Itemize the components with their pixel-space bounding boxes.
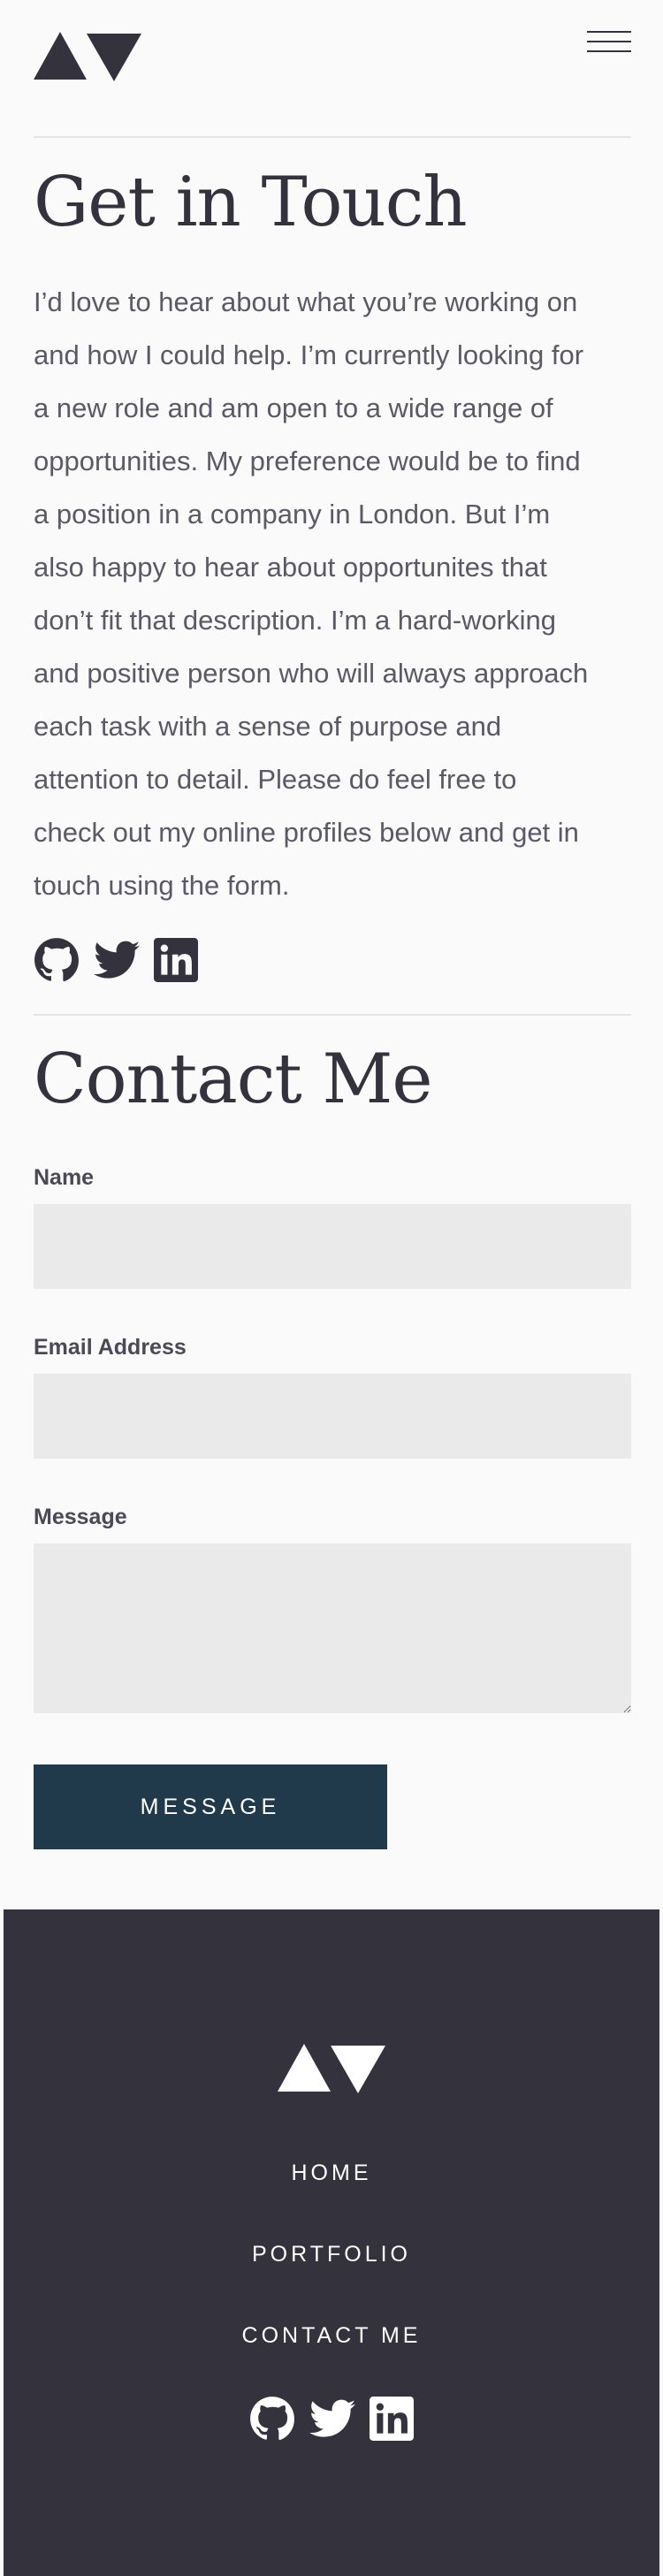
footer-nav-home[interactable]: HOME bbox=[4, 2161, 659, 2186]
intro-line: don’t fit that description. I’m a hard-w… bbox=[34, 605, 556, 636]
divider bbox=[34, 136, 631, 138]
hamburger-menu-icon[interactable] bbox=[587, 28, 631, 55]
header bbox=[34, 27, 631, 88]
github-icon[interactable] bbox=[249, 2396, 295, 2442]
name-label: Name bbox=[34, 1165, 95, 1190]
intro-line: touch using the form. bbox=[34, 870, 290, 901]
menu-bar bbox=[587, 31, 631, 33]
footer-logo-icon[interactable] bbox=[278, 2039, 385, 2099]
message-label: Message bbox=[34, 1505, 127, 1529]
intro-line: I’d love to hear about what you’re worki… bbox=[34, 286, 578, 317]
linkedin-icon[interactable] bbox=[370, 2397, 414, 2441]
brand-logo-icon[interactable] bbox=[34, 27, 141, 87]
contact-title: Contact Me bbox=[34, 1040, 433, 1119]
intro-line: opportunities. My preference would be to… bbox=[34, 446, 581, 476]
name-field[interactable] bbox=[34, 1204, 631, 1289]
intro-line: a position in a company in London. But I… bbox=[34, 499, 551, 530]
intro-line: attention to detail. Please do feel free… bbox=[34, 764, 517, 795]
footer-nav-portfolio[interactable]: PORTFOLIO bbox=[4, 2242, 659, 2267]
twitter-icon[interactable] bbox=[309, 2398, 355, 2439]
intro-line: each task with a sense of purpose and bbox=[34, 711, 502, 742]
intro-line: check out my online profiles below and g… bbox=[34, 817, 579, 848]
message-field[interactable] bbox=[34, 1543, 631, 1713]
divider bbox=[34, 1014, 631, 1016]
intro-line: a new role and am open to a wide range o… bbox=[34, 392, 553, 423]
footer-social-links bbox=[249, 2396, 414, 2442]
footer: HOME PORTFOLIO CONTACT ME bbox=[4, 1909, 659, 2576]
linkedin-icon[interactable] bbox=[154, 938, 198, 982]
twitter-icon[interactable] bbox=[94, 940, 140, 980]
submit-message-button[interactable]: MESSAGE bbox=[34, 1764, 387, 1849]
page: Get in Touch I’d love to hear about what… bbox=[0, 0, 663, 2576]
intro-line: and how I could help. I’m currently look… bbox=[34, 339, 584, 370]
intro-paragraph: I’d love to hear about what you’re worki… bbox=[34, 276, 633, 912]
menu-bar bbox=[587, 41, 631, 42]
page-title: Get in Touch bbox=[34, 163, 468, 242]
footer-nav-contact[interactable]: CONTACT ME bbox=[4, 2323, 659, 2349]
github-icon[interactable] bbox=[34, 937, 80, 983]
social-links bbox=[34, 937, 198, 983]
email-field[interactable] bbox=[34, 1374, 631, 1459]
email-label: Email Address bbox=[34, 1335, 187, 1360]
intro-line: and positive person who will always appr… bbox=[34, 658, 589, 689]
menu-bar bbox=[587, 50, 631, 52]
intro-line: also happy to hear about opportunites th… bbox=[34, 552, 547, 583]
